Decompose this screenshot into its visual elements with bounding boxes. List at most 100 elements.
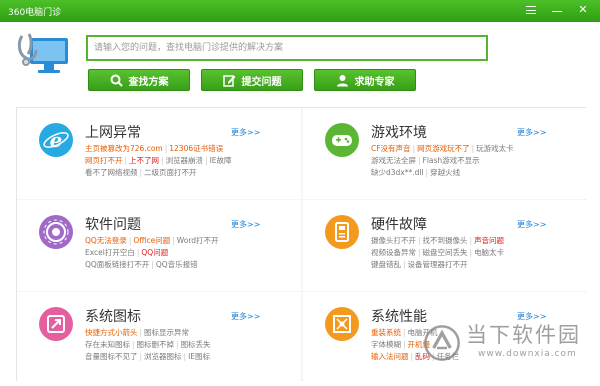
ask-expert-label: 求助专家 (354, 76, 395, 88)
more-link[interactable]: 更多>> (231, 219, 260, 230)
problem-link[interactable]: Office问题 (133, 236, 170, 245)
problem-link[interactable]: 网页打不开 (85, 156, 123, 165)
category-system-icons: 系统图标 更多>> 快捷方式小箭头 | 图标显示异常 存在未知图标 | 图标删不掉 | 图标… (17, 292, 301, 383)
problem-link[interactable]: 找不到摄像头 (423, 236, 468, 245)
more-link[interactable]: 更多>> (517, 127, 546, 138)
problem-link[interactable]: 游戏无法全屏 (371, 156, 416, 165)
link-row: 缺少d3dx**.dll | 穿越火线 (371, 168, 461, 177)
submit-question-button[interactable]: 提交问题 (201, 69, 303, 91)
watermark: 当下软件园 www.downxia.com (418, 315, 593, 381)
category-title: 硬件故障 (371, 217, 427, 233)
problem-link[interactable]: Excel打开空白 (85, 248, 135, 257)
problem-link[interactable]: 键盘错乱 (371, 260, 401, 269)
link-row: QQ无法登录 | Office问题 | Word打不开 (85, 236, 219, 245)
problem-link[interactable]: QQ无法登录 (85, 236, 127, 245)
link-row: 看不了网络视频 | 二级页面打不开 (85, 168, 197, 177)
category-hardware: 硬件故障 更多>> 摄像头打不开 | 找不到摄像头 | 声音问题 视频设备异常 | 磁盘空间… (303, 200, 587, 291)
more-link[interactable]: 更多>> (517, 219, 546, 230)
problem-link[interactable]: 玩游戏太卡 (476, 144, 514, 153)
problem-link[interactable]: 图标删不掉 (137, 340, 175, 349)
problem-link[interactable]: IE图标 (188, 352, 210, 361)
ask-expert-button[interactable]: 求助专家 (314, 69, 416, 91)
problem-link[interactable]: 浏览器图标 (144, 352, 182, 361)
hardware-icon (325, 215, 359, 249)
problem-link[interactable]: 主页被篡改为726.com (85, 144, 163, 153)
link-row: 视频设备异常 | 磁盘空间丢失 | 电脑太卡 (371, 248, 505, 257)
submit-question-label: 提交问题 (241, 76, 282, 88)
problem-link[interactable]: 输入法问题 (371, 352, 409, 361)
menu-button[interactable] (520, 2, 542, 18)
link-row: 网页打不开 | 上不了网 | 浏览器崩溃 | IE故障 (85, 156, 232, 165)
problem-links: 主页被篡改为726.com | 12306证书错误 网页打不开 | 上不了网 | 浏览器崩溃… (85, 143, 295, 179)
link-row: CF没有声音 | 网页游戏玩不了 | 玩游戏太卡 (371, 144, 514, 153)
problem-link[interactable]: 电脑太卡 (474, 248, 504, 257)
watermark-url: www.downxia.com (478, 349, 577, 359)
problem-link[interactable]: 二级页面打不开 (144, 168, 197, 177)
search-icon (110, 74, 123, 87)
edit-icon (222, 74, 236, 87)
problem-links: QQ无法登录 | Office问题 | Word打不开 Excel打开空白 | QQ问题 Q… (85, 235, 295, 271)
problem-link[interactable]: 缺少d3dx**.dll (371, 168, 424, 177)
performance-icon (325, 307, 359, 341)
problem-link[interactable]: 字体模糊 (371, 340, 401, 349)
link-row: 存在未知图标 | 图标删不掉 | 图标丢失 (85, 340, 211, 349)
problem-link[interactable]: 12306证书错误 (169, 144, 223, 153)
system-icons-icon (39, 307, 73, 341)
category-title: 游戏环境 (371, 125, 427, 141)
gamepad-icon (325, 123, 359, 157)
ie-icon: e (39, 123, 73, 157)
category-title: 软件问题 (85, 217, 141, 233)
link-row: 快捷方式小箭头 | 图标显示异常 (85, 328, 190, 337)
find-solution-button[interactable]: 查找方案 (88, 69, 190, 91)
stethoscope-logo-icon (16, 32, 70, 82)
problem-link[interactable]: 图标丢失 (181, 340, 211, 349)
search-input[interactable] (88, 37, 486, 59)
link-row: 摄像头打不开 | 找不到摄像头 | 声音问题 (371, 236, 505, 245)
watermark-text: 当下软件园 (466, 323, 581, 347)
close-icon: ✕ (578, 3, 588, 16)
watermark-logo-icon (424, 325, 460, 361)
problem-link[interactable]: CF没有声音 (371, 144, 411, 153)
problem-link[interactable]: 浏览器崩溃 (166, 156, 204, 165)
problem-link[interactable]: QQ音乐报错 (156, 260, 198, 269)
problem-link[interactable]: 图标显示异常 (144, 328, 189, 337)
link-row: QQ面板链接打不开 | QQ音乐报错 (85, 260, 198, 269)
problem-links: CF没有声音 | 网页游戏玩不了 | 玩游戏太卡 游戏无法全屏 | Flash游戏不显示 缺… (371, 143, 581, 179)
problem-link[interactable]: 重装系统 (371, 328, 401, 337)
problem-link[interactable]: 快捷方式小箭头 (85, 328, 138, 337)
problem-link[interactable]: 看不了网络视频 (85, 168, 138, 177)
close-button[interactable]: ✕ (572, 2, 594, 18)
minimize-icon (552, 11, 562, 12)
problem-link[interactable]: QQ面板链接打不开 (85, 260, 149, 269)
problem-link[interactable]: 磁盘空间丢失 (423, 248, 468, 257)
problem-link[interactable]: Word打不开 (177, 236, 219, 245)
problem-link[interactable]: 设备管理器打不开 (408, 260, 468, 269)
category-title: 上网异常 (85, 125, 141, 141)
problem-link[interactable]: 上不了网 (129, 156, 159, 165)
link-row: 键盘错乱 | 设备管理器打不开 (371, 260, 468, 269)
minimize-button[interactable] (546, 2, 568, 18)
software-icon (39, 215, 73, 249)
problem-link[interactable]: 声音问题 (474, 236, 504, 245)
more-link[interactable]: 更多>> (231, 311, 260, 322)
problem-link[interactable]: 网页游戏玩不了 (417, 144, 470, 153)
window-title: 360电脑门诊 (8, 8, 62, 18)
problem-link[interactable]: 存在未知图标 (85, 340, 130, 349)
title-bar: 360电脑门诊 ✕ (0, 0, 600, 22)
problem-links: 摄像头打不开 | 找不到摄像头 | 声音问题 视频设备异常 | 磁盘空间丢失 | 电脑太卡 键盘… (371, 235, 581, 271)
find-solution-label: 查找方案 (128, 76, 169, 88)
problem-link[interactable]: 穿越火线 (430, 168, 460, 177)
problem-link[interactable]: Flash游戏不显示 (423, 156, 480, 165)
problem-links: 快捷方式小箭头 | 图标显示异常 存在未知图标 | 图标删不掉 | 图标丢失 音量图标不见了… (85, 327, 295, 363)
problem-link[interactable]: QQ问题 (141, 248, 168, 257)
link-row: 主页被篡改为726.com | 12306证书错误 (85, 144, 224, 153)
category-software: 软件问题 更多>> QQ无法登录 | Office问题 | Word打不开 Excel打… (17, 200, 301, 291)
problem-link[interactable]: IE故障 (210, 156, 232, 165)
problem-link[interactable]: 音量图标不见了 (85, 352, 138, 361)
category-internet: e 上网异常 更多>> 主页被篡改为726.com | 12306证书错误 网页打不… (17, 108, 301, 199)
user-icon (336, 74, 349, 87)
problem-link[interactable]: 视频设备异常 (371, 248, 416, 257)
svg-text:e: e (50, 128, 63, 152)
more-link[interactable]: 更多>> (231, 127, 260, 138)
problem-link[interactable]: 摄像头打不开 (371, 236, 416, 245)
